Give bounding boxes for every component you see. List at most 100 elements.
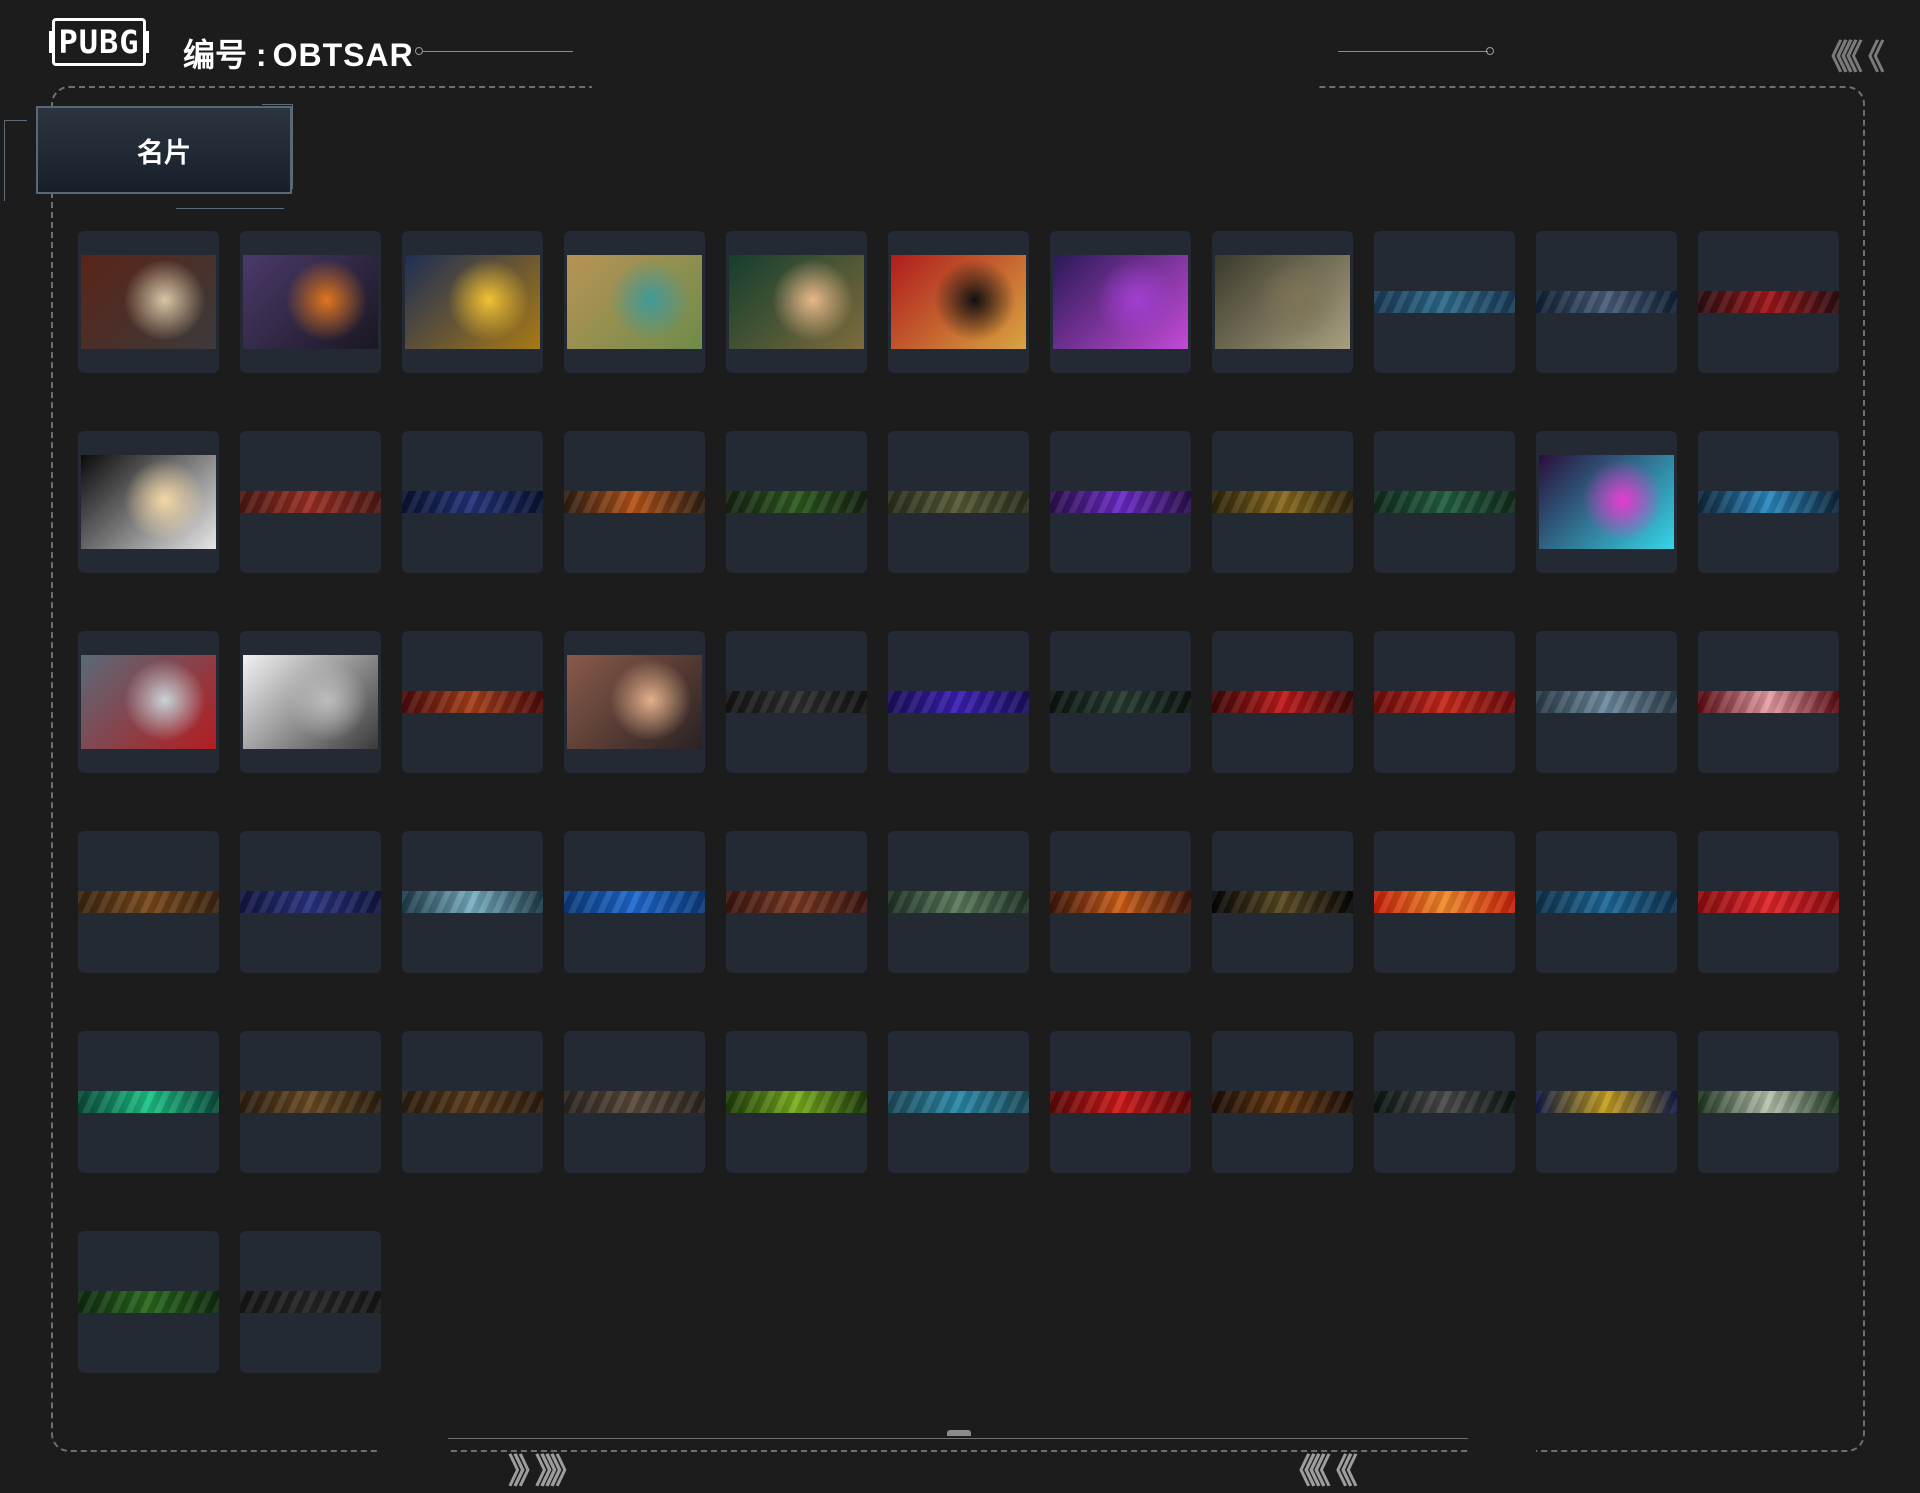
name-card-banner <box>240 1291 381 1313</box>
name-card-item[interactable] <box>1698 231 1839 373</box>
name-card-banner <box>402 891 543 913</box>
name-card-item[interactable] <box>240 1231 381 1373</box>
name-card-banner <box>564 1091 705 1113</box>
name-card-item[interactable] <box>240 1031 381 1173</box>
name-card-item[interactable] <box>78 1031 219 1173</box>
name-card-item[interactable] <box>1536 831 1677 973</box>
name-card-banner <box>1212 491 1353 513</box>
name-card-item[interactable] <box>240 831 381 973</box>
name-card-item[interactable] <box>402 1031 543 1173</box>
name-card-item[interactable] <box>726 431 867 573</box>
bottom-divider-line <box>448 1438 1468 1439</box>
name-card-item[interactable] <box>726 631 867 773</box>
name-card-banner <box>1212 1091 1353 1113</box>
name-card-banner <box>726 891 867 913</box>
name-card-banner <box>888 491 1029 513</box>
name-card-item[interactable] <box>1698 1031 1839 1173</box>
frame-gap-bottom-right <box>1468 1444 1536 1458</box>
name-card-item[interactable] <box>1698 831 1839 973</box>
name-card-item[interactable] <box>564 431 705 573</box>
name-card-item[interactable] <box>78 431 219 573</box>
name-card-item[interactable] <box>1050 1031 1191 1173</box>
name-card-image <box>567 655 702 749</box>
name-card-image <box>729 255 864 349</box>
name-card-item[interactable] <box>1212 831 1353 973</box>
name-card-item[interactable] <box>1212 231 1353 373</box>
frame-gap-top <box>592 80 1316 94</box>
name-card-banner <box>726 491 867 513</box>
name-card-banner <box>1698 1091 1839 1113</box>
name-card-banner <box>1212 891 1353 913</box>
scroll-handle[interactable] <box>947 1430 971 1436</box>
name-card-item[interactable] <box>1536 631 1677 773</box>
name-card-item[interactable] <box>402 631 543 773</box>
name-card-banner <box>1698 891 1839 913</box>
name-card-item[interactable] <box>1698 631 1839 773</box>
name-card-banner <box>1536 291 1677 313</box>
name-card-item[interactable] <box>1374 831 1515 973</box>
name-card-item[interactable] <box>1212 431 1353 573</box>
name-card-image <box>1053 255 1188 349</box>
name-card-banner <box>1698 491 1839 513</box>
name-card-image <box>891 255 1026 349</box>
name-card-item[interactable] <box>888 1031 1029 1173</box>
name-card-item[interactable] <box>402 831 543 973</box>
tab-business-card[interactable]: 名片 <box>36 106 292 194</box>
name-card-item[interactable] <box>1050 431 1191 573</box>
name-card-item[interactable] <box>1374 231 1515 373</box>
frame-gap-bottom-left <box>380 1444 448 1458</box>
name-card-item[interactable] <box>726 231 867 373</box>
name-card-item[interactable] <box>1050 831 1191 973</box>
name-card-item[interactable] <box>240 631 381 773</box>
title-label: 编号 : <box>183 37 267 73</box>
name-card-item[interactable] <box>78 631 219 773</box>
name-card-item[interactable] <box>564 1031 705 1173</box>
name-card-item[interactable] <box>1536 1031 1677 1173</box>
tab-corner-deco <box>4 120 27 201</box>
name-card-item[interactable] <box>1374 431 1515 573</box>
name-card-image <box>567 255 702 349</box>
name-card-item[interactable] <box>888 431 1029 573</box>
name-card-banner <box>78 891 219 913</box>
card-grid <box>78 231 1839 1373</box>
name-card-item[interactable] <box>888 831 1029 973</box>
name-card-item[interactable] <box>564 831 705 973</box>
name-card-banner <box>564 891 705 913</box>
name-card-item[interactable] <box>78 831 219 973</box>
name-card-item[interactable] <box>1698 431 1839 573</box>
name-card-banner <box>1050 891 1191 913</box>
name-card-item[interactable] <box>1536 231 1677 373</box>
title-line-dot <box>415 47 423 55</box>
name-card-banner <box>240 891 381 913</box>
name-card-item[interactable] <box>240 231 381 373</box>
name-card-item[interactable] <box>888 231 1029 373</box>
name-card-banner <box>1050 1091 1191 1113</box>
name-card-item[interactable] <box>78 231 219 373</box>
name-card-banner <box>1374 1091 1515 1113</box>
name-card-item[interactable] <box>888 631 1029 773</box>
name-card-item[interactable] <box>1374 631 1515 773</box>
name-card-item[interactable] <box>1374 1031 1515 1173</box>
name-card-item[interactable] <box>726 831 867 973</box>
name-card-banner <box>78 1291 219 1313</box>
name-card-banner <box>78 1091 219 1113</box>
name-card-item[interactable] <box>78 1231 219 1373</box>
name-card-item[interactable] <box>564 231 705 373</box>
name-card-item[interactable] <box>1212 631 1353 773</box>
name-card-image <box>81 455 216 549</box>
name-card-banner <box>1374 891 1515 913</box>
name-card-item[interactable] <box>1212 1031 1353 1173</box>
name-card-item[interactable] <box>1050 631 1191 773</box>
name-card-item[interactable] <box>1536 431 1677 573</box>
name-card-item[interactable] <box>726 1031 867 1173</box>
name-card-item[interactable] <box>402 431 543 573</box>
name-card-item[interactable] <box>402 231 543 373</box>
name-card-banner <box>888 691 1029 713</box>
name-card-item[interactable] <box>1050 231 1191 373</box>
name-card-item[interactable] <box>564 631 705 773</box>
name-card-banner <box>1374 691 1515 713</box>
name-card-banner <box>1212 691 1353 713</box>
pubg-logo: PUBG <box>49 18 149 66</box>
name-card-banner <box>1374 491 1515 513</box>
name-card-item[interactable] <box>240 431 381 573</box>
